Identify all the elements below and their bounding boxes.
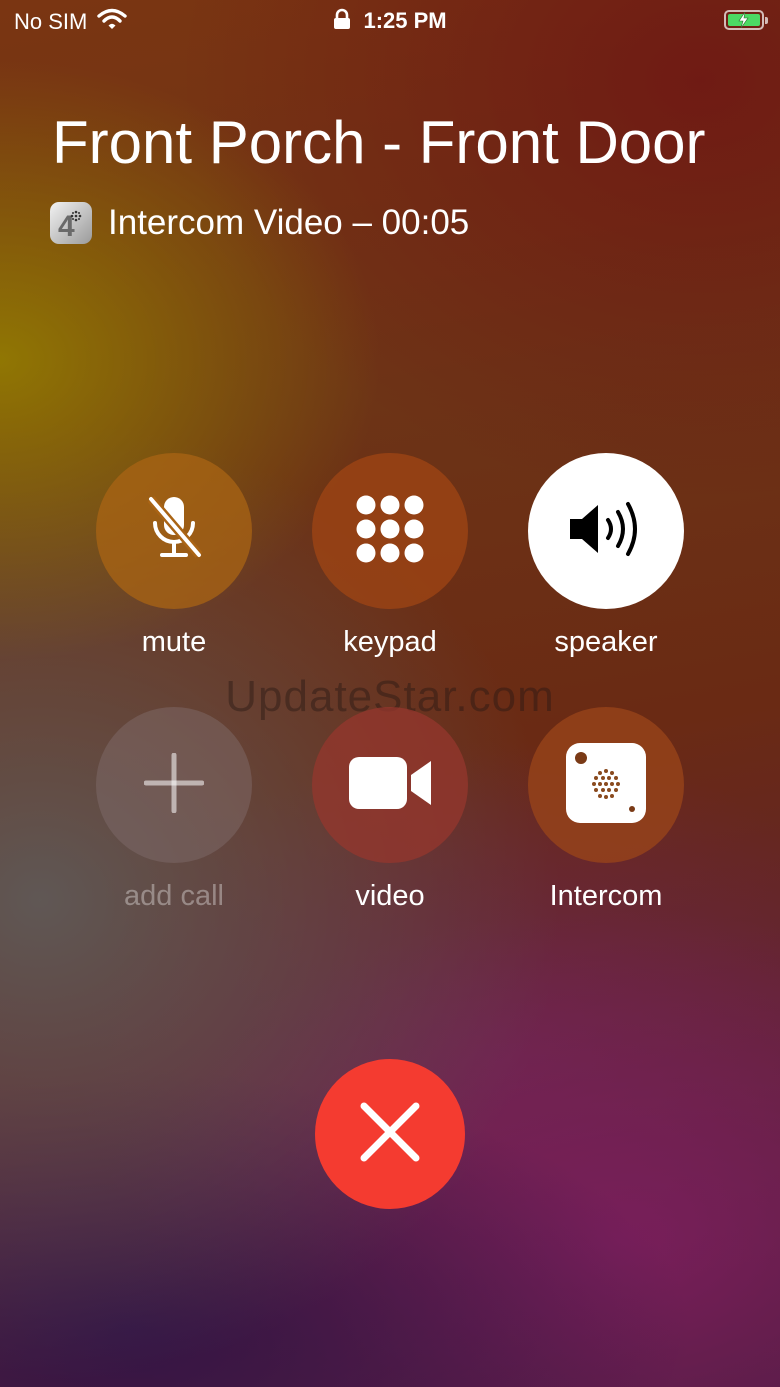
status-bar: No SIM 1:25 PM (0, 0, 780, 44)
close-icon (358, 1100, 422, 1169)
intercom-icon (564, 741, 648, 830)
lock-icon (333, 8, 351, 36)
battery-charging-icon (724, 10, 768, 30)
call-subtitle-row: 4 Intercom Video – 00:05 (50, 202, 469, 244)
add-call-label: add call (124, 880, 224, 912)
plus-icon (143, 752, 205, 818)
mic-slash-icon (142, 493, 206, 570)
call-status-text: Intercom Video – 00:05 (108, 203, 470, 242)
end-call-button[interactable] (315, 1059, 465, 1209)
add-call-button[interactable] (96, 707, 252, 863)
speaker-button[interactable] (528, 453, 684, 609)
status-time: 1:25 PM (363, 8, 447, 33)
caller-name: Front Porch - Front Door (52, 109, 706, 176)
keypad-icon (354, 493, 426, 570)
intercom-label: Intercom (549, 880, 663, 912)
speaker-icon (566, 499, 646, 564)
video-camera-icon (347, 755, 433, 816)
mute-button[interactable] (96, 453, 252, 609)
keypad-button[interactable] (312, 453, 468, 609)
svg-text:4: 4 (58, 210, 75, 240)
keypad-label: keypad (343, 626, 437, 658)
video-label: video (355, 880, 425, 912)
video-button[interactable] (312, 707, 468, 863)
intercom-button[interactable] (528, 707, 684, 863)
mute-label: mute (141, 626, 207, 658)
intercom-app-icon: 4 (50, 202, 92, 244)
speaker-label: speaker (554, 626, 658, 658)
status-time-area: 1:25 PM (0, 8, 780, 36)
